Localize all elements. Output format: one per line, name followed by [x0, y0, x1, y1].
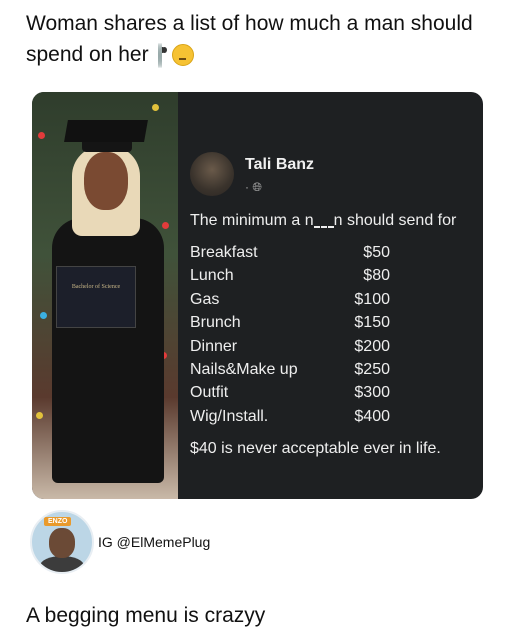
post-screenshot: Tali Banz · 🌐︎ The minimum a nn should s… [178, 92, 483, 499]
price-row: Lunch $80 [190, 267, 390, 285]
price-list: Breakfast $50 Lunch $80 Gas $100 Brunch $150… [190, 244, 390, 431]
credit-badge: ENZO [44, 517, 72, 526]
price-row: Dinner $200 [190, 337, 390, 355]
author-avatar [190, 152, 234, 196]
post-note: $40 is never acceptable ever in life. [190, 440, 441, 457]
author-name: Tali Banz [245, 156, 315, 173]
thinking-face-emoji-icon [172, 44, 195, 67]
price-row: Gas $100 [190, 290, 390, 308]
top-caption: Woman shares a list of how much a man sh… [26, 8, 496, 71]
bottom-caption: A begging menu is crazyy [26, 604, 266, 627]
diploma: Bachelor of Science [56, 266, 136, 328]
credit-handle[interactable]: IG @ElMemePlug [98, 534, 210, 550]
globe-icon: 🌐︎ [252, 180, 262, 194]
censor-mark [313, 213, 334, 228]
credit-avatar[interactable]: ENZO [30, 510, 94, 574]
post-meta: · 🌐︎ [245, 180, 262, 194]
graduate-figure: Bachelor of Science [46, 108, 172, 488]
top-caption-text: Woman shares a list of how much a man sh… [26, 12, 473, 66]
price-row: Wig/Install. $400 [190, 407, 390, 425]
graduation-photo: Bachelor of Science [32, 92, 178, 499]
price-row: Outfit $300 [190, 384, 390, 402]
post-intro: The minimum a nn should send for [190, 212, 457, 229]
meme-image: Bachelor of Science Tali Banz · 🌐︎ The m… [32, 92, 483, 499]
price-row: Brunch $150 [190, 314, 390, 332]
price-row: Nails&Make up $250 [190, 360, 390, 378]
credit-bar: ENZO IG @ElMemePlug [30, 508, 490, 574]
price-row: Breakfast $50 [190, 244, 390, 261]
eyes-emoji-icon [158, 40, 163, 71]
